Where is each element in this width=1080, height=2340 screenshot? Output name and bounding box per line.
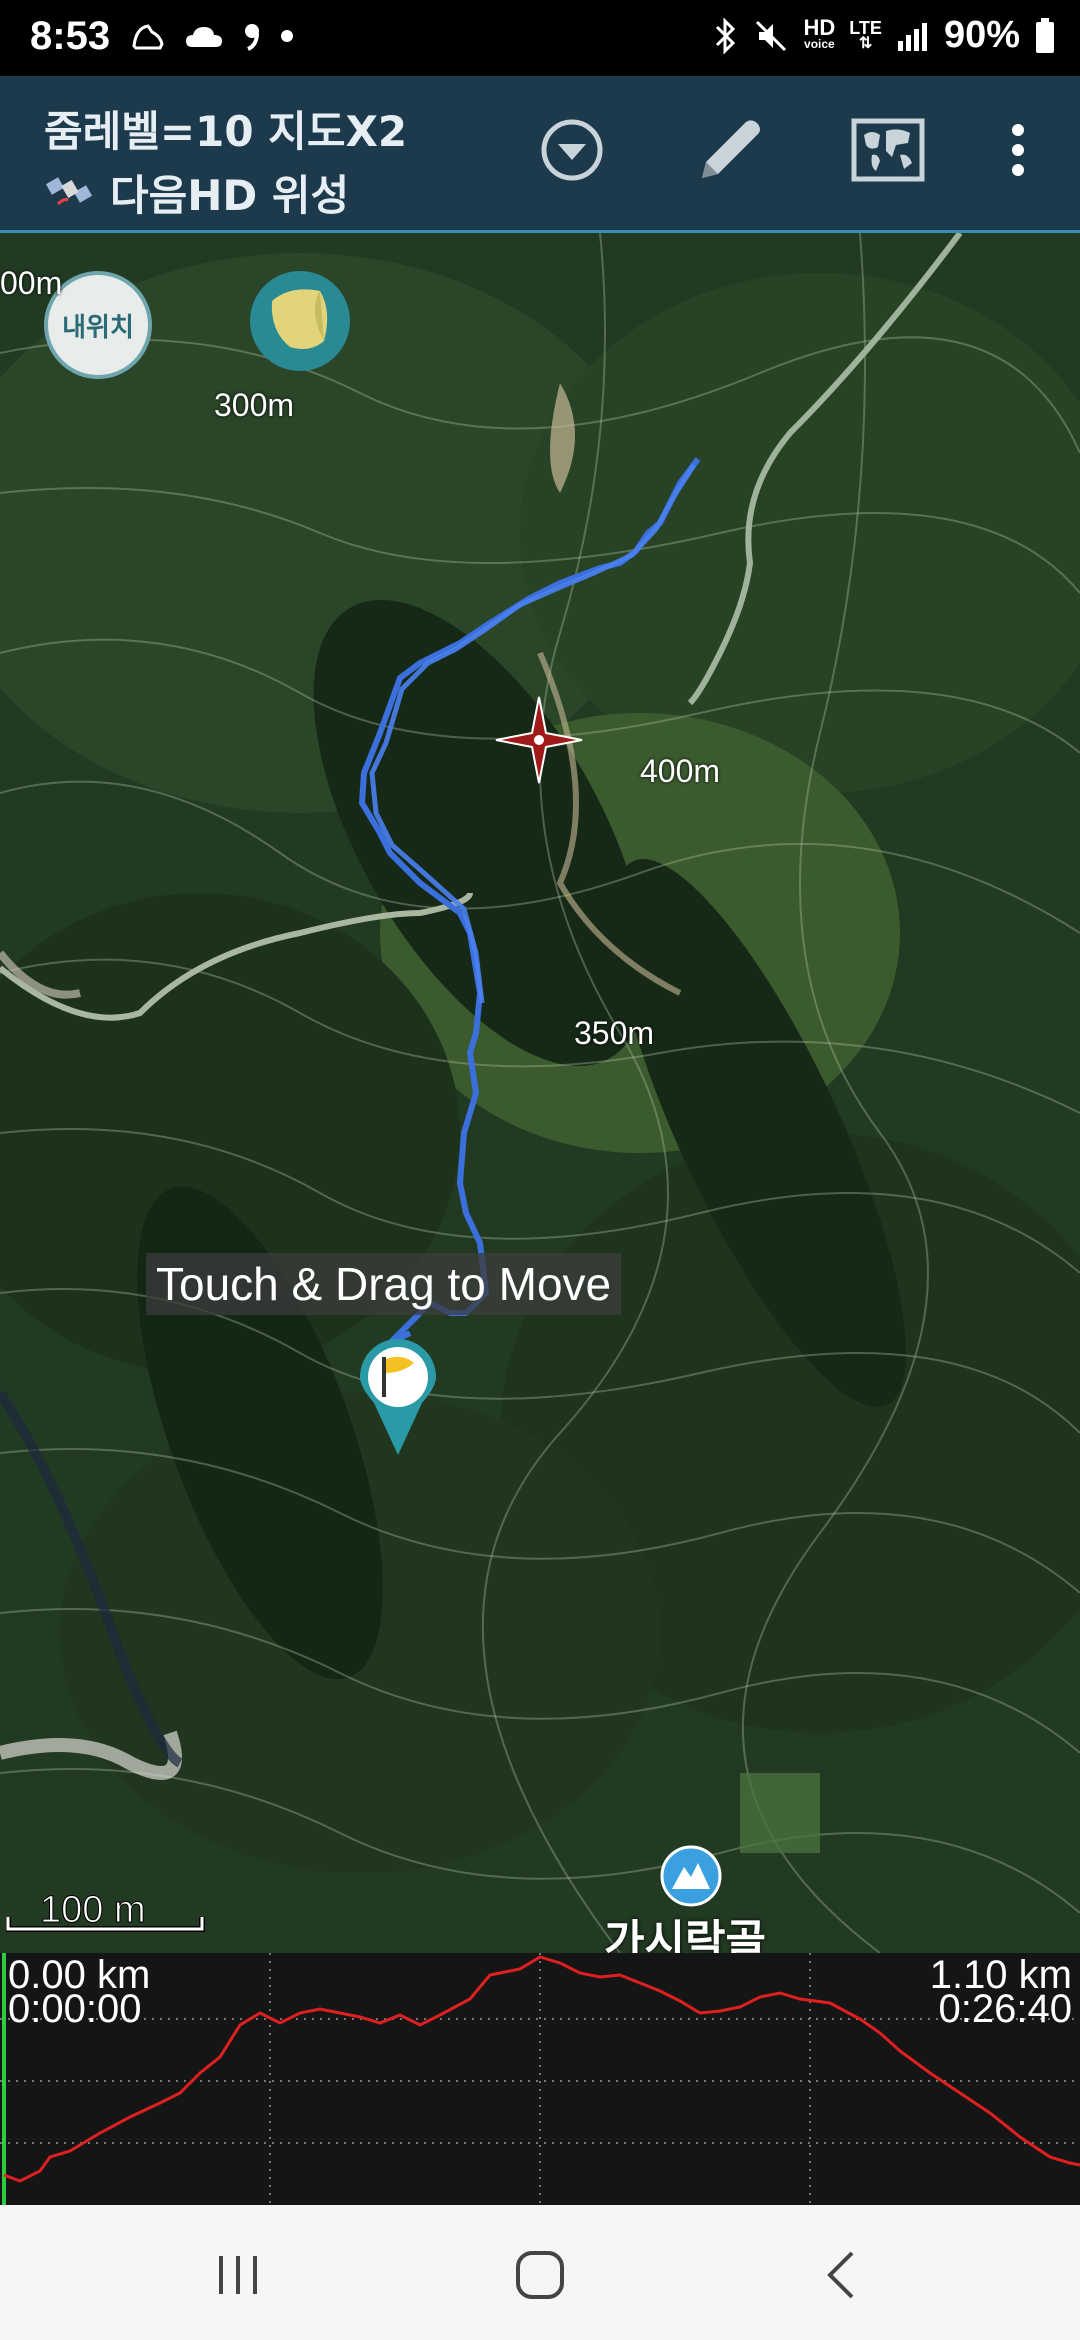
scale-bar — [6, 1917, 205, 1932]
shoe-icon — [132, 24, 164, 50]
home-icon — [516, 2251, 564, 2299]
signal-icon — [897, 22, 927, 51]
zoom-level-title[interactable]: 줌레벨=10 지도X2 — [44, 98, 407, 159]
mute-icon — [756, 20, 787, 51]
elevation-chart — [0, 1953, 1080, 2205]
map-view[interactable]: 내위치 300m 00m 400m 350m Touch & Drag to M… — [0, 233, 1080, 1953]
world-map-icon — [851, 118, 925, 182]
start-flag-icon[interactable] — [356, 1337, 440, 1457]
home-button[interactable] — [480, 2235, 600, 2315]
dropdown-icon — [541, 119, 603, 181]
elevation-line — [3, 1955, 1080, 2183]
cloud-icon — [186, 27, 222, 47]
poi-name: 가시락골 — [604, 1916, 766, 1953]
battery-percent: 90% — [943, 14, 1020, 56]
more-options-button[interactable] — [978, 110, 1058, 190]
my-location-label: 내위치 — [62, 313, 134, 343]
satellite-icon — [45, 177, 93, 206]
recent-apps-icon — [219, 2256, 257, 2294]
elevation-profile[interactable]: 0.00 km 0:00:00 1.10 km 0:26:40 — [0, 1953, 1080, 2205]
hd-voice-icon: HD voice — [803, 14, 836, 51]
altitude-button-label: 300m — [214, 387, 295, 423]
satellite-map-image — [0, 233, 1080, 1953]
bluetooth-icon — [716, 16, 736, 55]
draw-button[interactable] — [690, 110, 770, 190]
battery-icon — [1036, 17, 1054, 53]
map-select-button[interactable] — [848, 110, 928, 190]
status-time: 8:53 — [30, 14, 111, 58]
recent-apps-button[interactable] — [178, 2235, 298, 2315]
drag-hint: Touch & Drag to Move — [146, 1253, 622, 1315]
quote-icon — [245, 24, 259, 51]
pencil-icon — [702, 120, 760, 178]
app-toolbar: 줌레벨=10 지도X2 다음HD 위성 — [0, 76, 1080, 233]
back-button[interactable] — [782, 2235, 902, 2315]
contour-label: 00m — [0, 265, 63, 301]
mountain-poi-icon[interactable] — [660, 1845, 722, 1907]
contour-label: 350m — [574, 1015, 655, 1051]
altitude-icon — [271, 289, 328, 349]
altitude-button[interactable] — [250, 271, 350, 371]
crosshair-icon — [495, 696, 583, 784]
system-nav-bar — [0, 2205, 1080, 2340]
more-vert-icon — [1012, 124, 1024, 176]
dropdown-button[interactable] — [532, 110, 612, 190]
start-time: 0:00:00 — [8, 1987, 142, 2031]
status-bar: 8:53 HD voice LTE ⇅ 90% — [0, 0, 1080, 76]
end-time: 0:26:40 — [938, 1987, 1072, 2031]
dot-icon — [281, 30, 293, 42]
lte-icon: LTE ⇅ — [849, 17, 882, 52]
back-icon — [827, 2251, 854, 2299]
map-source-label[interactable]: 다음HD 위성 — [110, 162, 349, 223]
contour-label: 400m — [640, 753, 721, 789]
